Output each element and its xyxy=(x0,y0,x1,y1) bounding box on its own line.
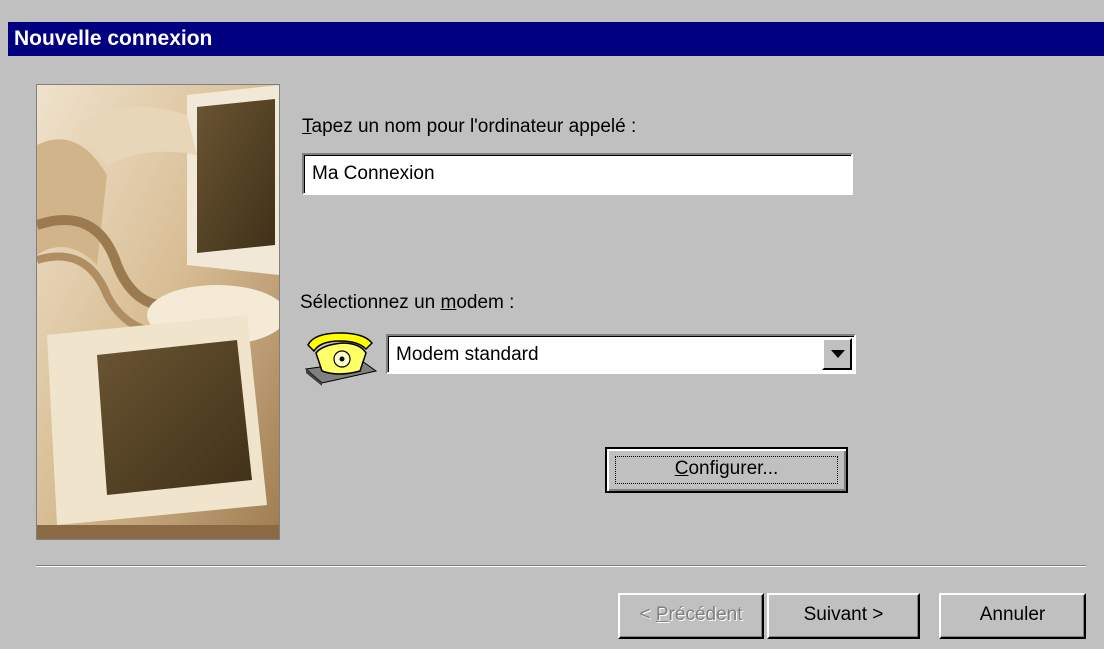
modem-select-label: Sélectionnez un modem : xyxy=(300,292,515,313)
separator xyxy=(36,565,1086,567)
chevron-down-icon[interactable] xyxy=(822,338,852,370)
modem-select-value: Modem standard xyxy=(396,344,539,365)
modem-select[interactable]: Modem standard xyxy=(386,334,856,374)
next-button[interactable]: Suivant > xyxy=(767,593,920,639)
configure-button[interactable]: Configurer... xyxy=(605,447,848,493)
computer-name-input[interactable]: Ma Connexion xyxy=(302,153,853,195)
cancel-button[interactable]: Annuler xyxy=(939,593,1086,639)
back-button[interactable]: < Précédent xyxy=(618,593,764,639)
new-connection-dialog: Nouvelle connexion Tapez un nom pour l'o… xyxy=(0,0,1104,649)
computer-name-label: Tapez un nom pour l'ordinateur appelé : xyxy=(302,116,637,137)
telephone-modem-icon xyxy=(302,331,380,387)
wizard-illustration xyxy=(36,84,280,540)
window-title: Nouvelle connexion xyxy=(8,22,1104,56)
